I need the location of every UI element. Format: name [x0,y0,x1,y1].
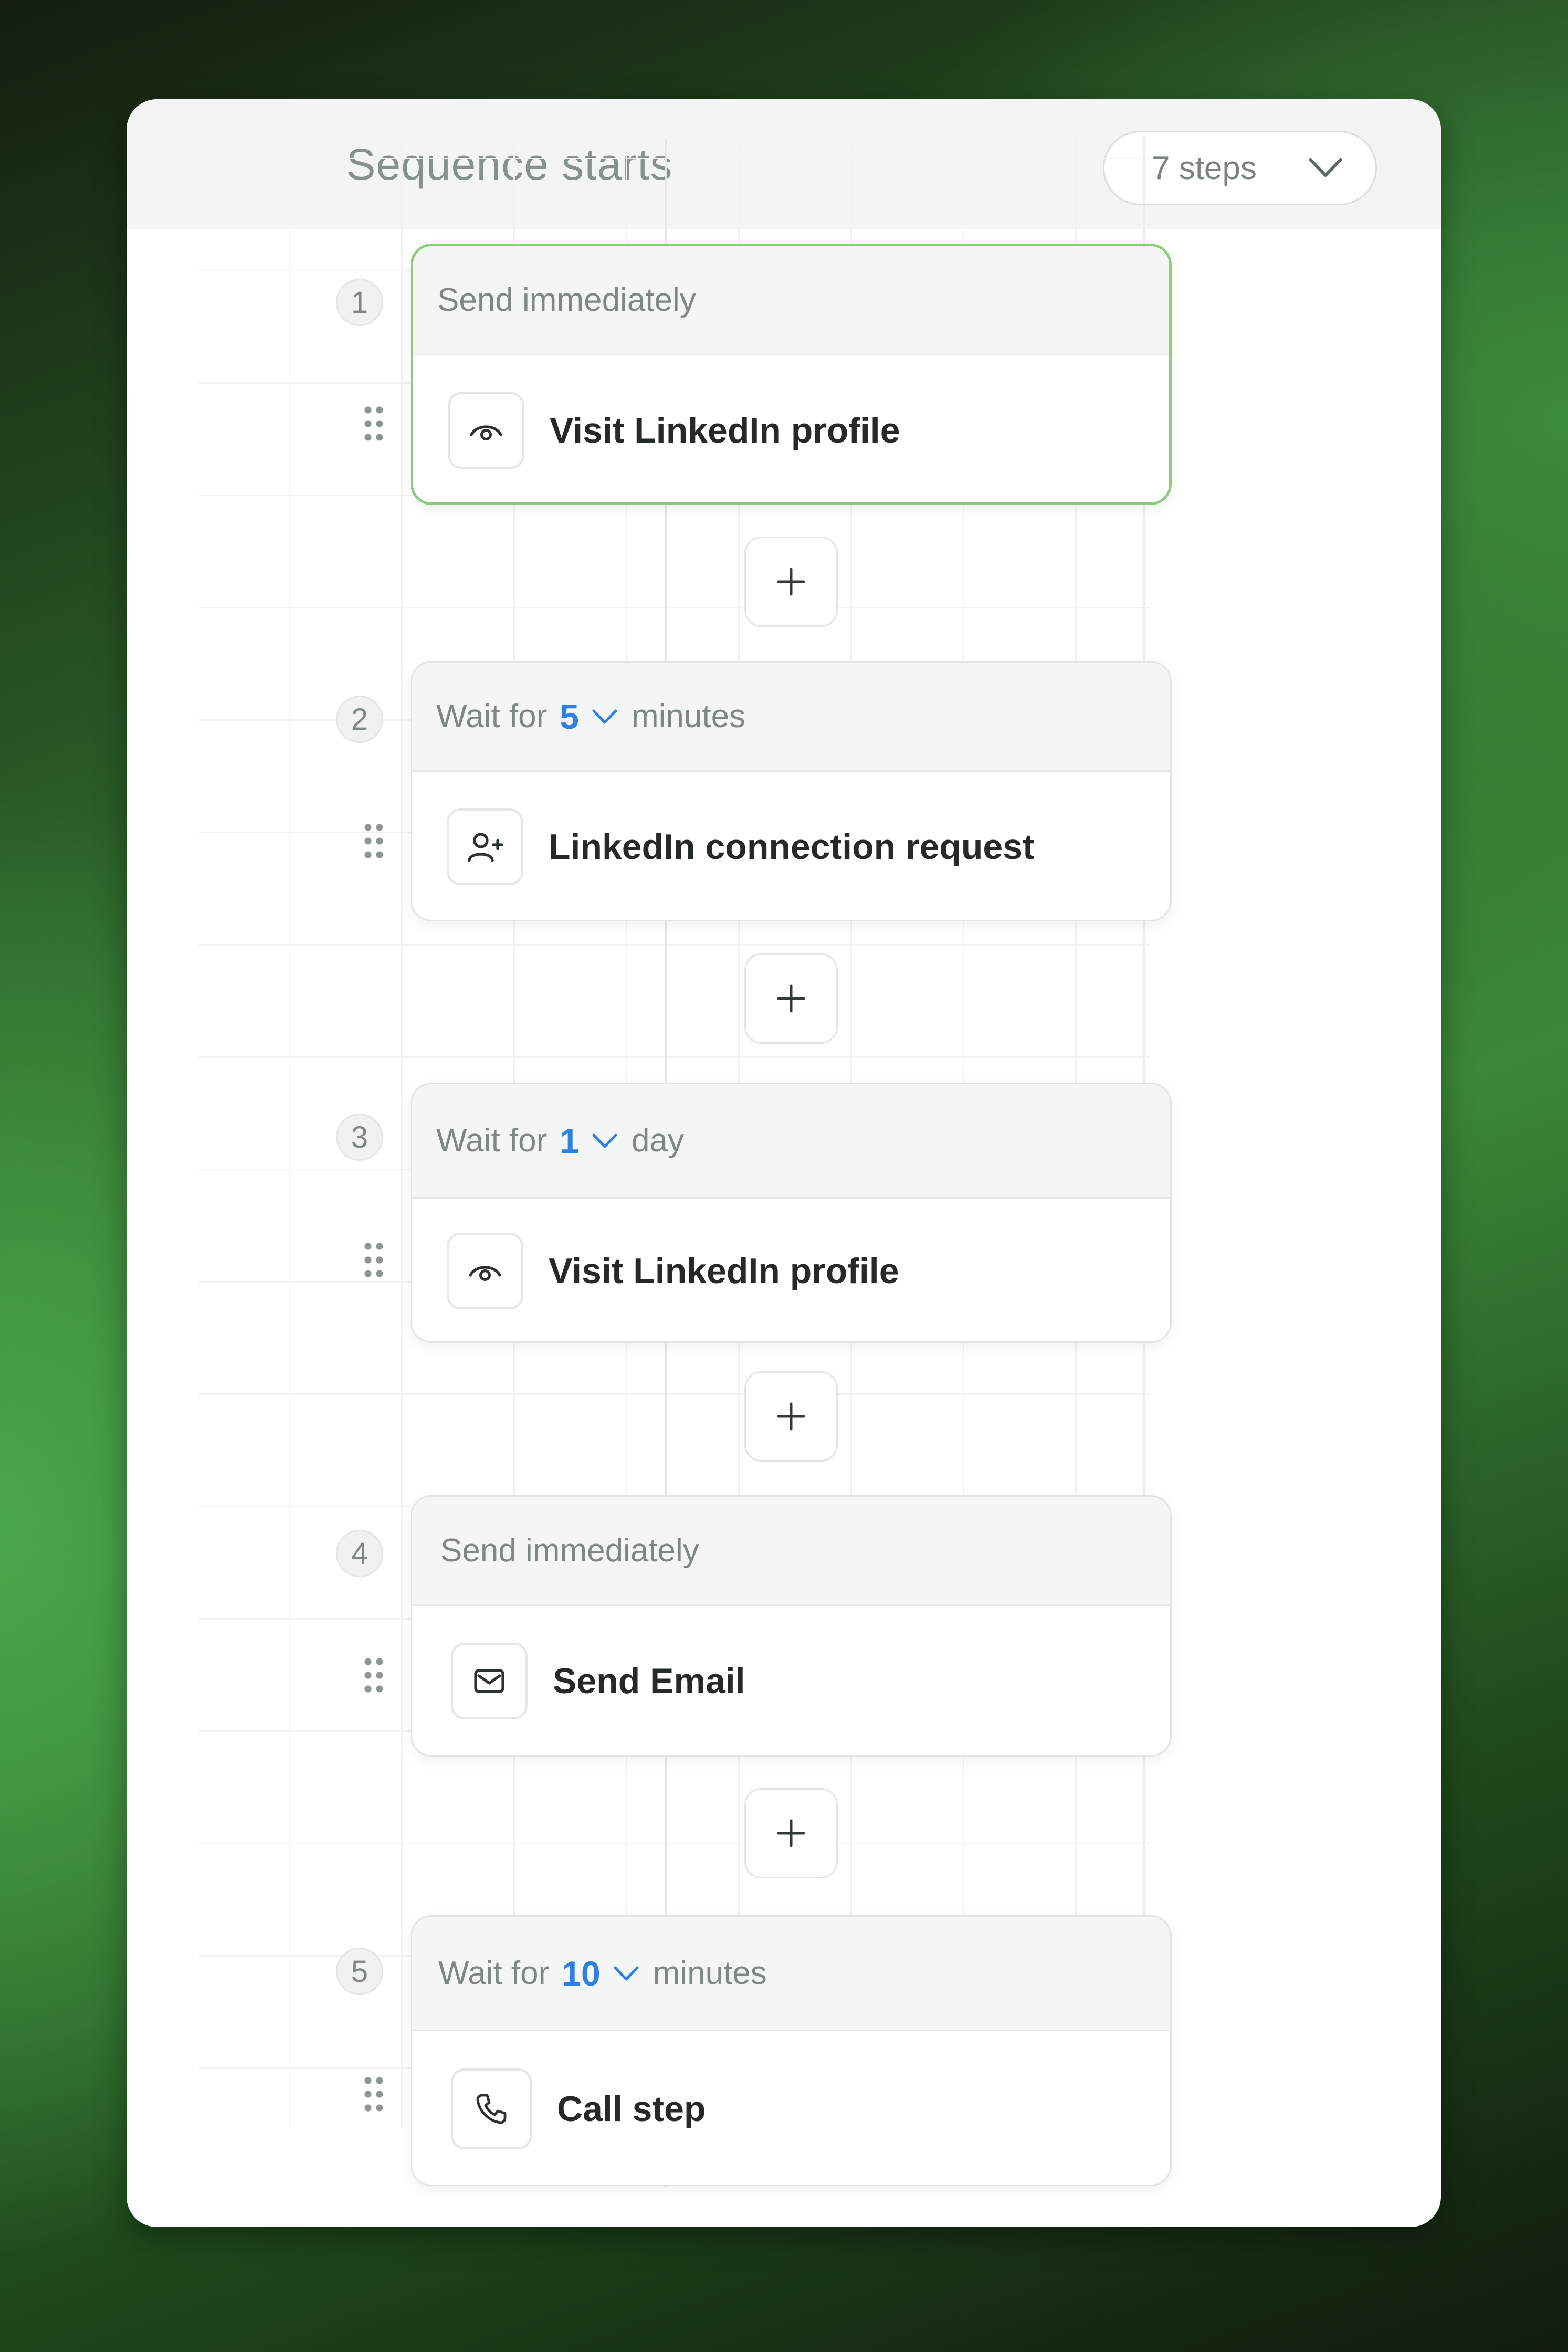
step-timing: Wait for 1 day [412,1084,1170,1199]
step-card[interactable]: Wait for 5 minutes LinkedIn connection r… [411,661,1172,921]
mail-icon [451,1642,528,1719]
add-step-button[interactable] [744,1371,838,1462]
timing-label: Send immediately [437,282,696,318]
add-step-button[interactable] [744,1788,838,1878]
timing-prefix: Wait for [438,1955,550,1991]
drag-handle-icon[interactable] [362,403,383,443]
step-action[interactable]: LinkedIn connection request [412,772,1170,920]
step-number: 4 [336,1530,383,1577]
step-action[interactable]: Visit LinkedIn profile [413,355,1169,502]
step-card[interactable]: Send immediately Visit LinkedIn profile [411,244,1172,505]
action-label: Visit LinkedIn profile [550,410,900,450]
chevron-down-icon [1309,158,1342,177]
timing-prefix: Wait for [436,698,548,734]
drag-handle-icon[interactable] [362,821,383,860]
chevron-down-icon[interactable] [613,1965,639,1982]
step-action[interactable]: Visit LinkedIn profile [412,1199,1170,1341]
drag-handle-icon[interactable] [362,2074,383,2114]
plus-icon [777,984,805,1013]
timing-unit: minutes [653,1955,767,1991]
timing-unit: minutes [632,698,746,734]
step-timing: Wait for 10 minutes [412,1917,1170,2031]
step-action[interactable]: Send Email [412,1606,1170,1755]
step-timing: Send immediately [412,1497,1170,1606]
timing-label: Send immediately [440,1532,699,1569]
wait-value[interactable]: 10 [562,1954,600,1993]
action-label: LinkedIn connection request [549,826,1035,867]
step-card[interactable]: Wait for 1 day Visit LinkedIn profile [411,1083,1172,1343]
action-label: Send Email [553,1661,745,1701]
wait-value[interactable]: 1 [560,1121,579,1161]
plus-icon [777,1402,805,1431]
step-action[interactable]: Call step [412,2031,1170,2185]
chevron-down-icon[interactable] [592,1132,618,1150]
step-card[interactable]: Wait for 10 minutes Call step [411,1915,1172,2186]
wait-value[interactable]: 5 [560,697,579,737]
step-number: 3 [336,1114,383,1161]
drag-handle-icon[interactable] [362,1655,383,1695]
steps-dropdown-label: 7 steps [1152,150,1257,186]
plus-icon [777,1819,805,1847]
timing-unit: day [632,1122,684,1159]
add-step-button[interactable] [744,537,838,627]
add-user-icon [447,808,523,885]
step-number: 2 [336,696,383,743]
phone-icon [451,2068,532,2149]
action-label: Visit LinkedIn profile [549,1251,899,1291]
drag-handle-icon[interactable] [362,1240,383,1279]
step-timing: Send immediately [413,246,1169,355]
step-number: 5 [336,1948,383,1995]
eye-icon [448,392,524,469]
step-card[interactable]: Send immediately Send Email [411,1495,1172,1757]
step-number: 1 [336,279,383,326]
timing-prefix: Wait for [436,1122,548,1159]
plus-icon [777,568,805,596]
step-timing: Wait for 5 minutes [412,663,1170,772]
chevron-down-icon[interactable] [592,708,618,726]
eye-icon [447,1232,523,1309]
action-label: Call step [557,2088,706,2129]
add-step-button[interactable] [744,953,838,1044]
